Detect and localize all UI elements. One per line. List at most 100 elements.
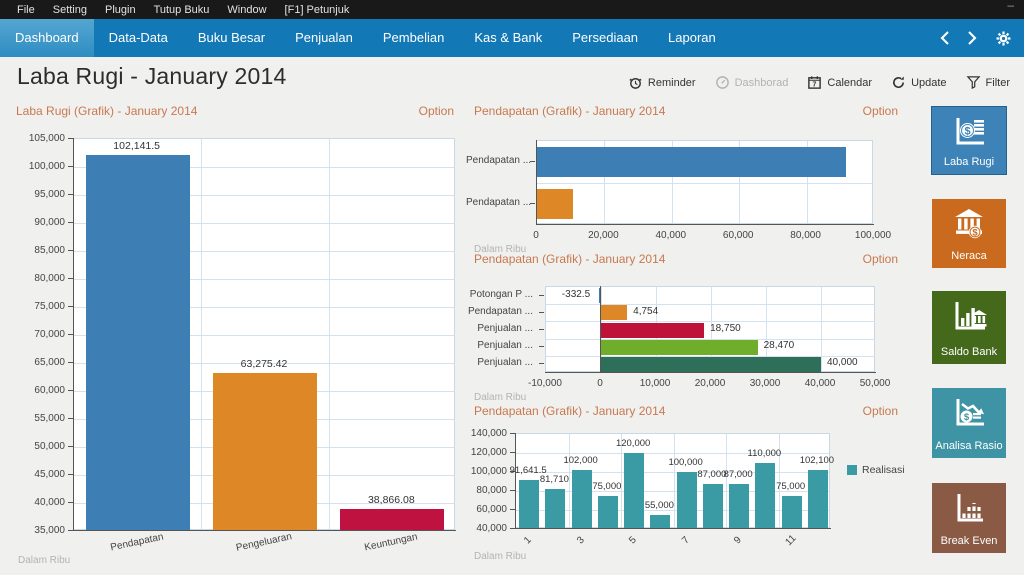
bar-value-label: 28,470 — [764, 340, 795, 351]
dashborad-button: Dashborad — [715, 75, 789, 90]
x-axis-line — [536, 224, 874, 225]
x-axis-category-label: Keuntungan — [364, 532, 419, 554]
option-link[interactable]: Option — [419, 104, 454, 118]
tile-analisa-rasio[interactable]: $Analisa Rasio — [932, 388, 1006, 458]
x-axis-tick-label: 60,000 — [723, 230, 754, 241]
tab-data-data[interactable]: Data-Data — [94, 19, 183, 57]
bar-10 — [755, 463, 775, 530]
x-axis-category-label: 7 — [680, 535, 692, 547]
y-axis-tick-label: 90,000 — [11, 217, 65, 228]
chart-pendapatan-grafik-atas: Pendapatan (Grafik) - January 2014Option… — [460, 104, 908, 254]
category-tick — [539, 346, 544, 347]
bar-12 — [808, 470, 828, 529]
tab-penjualan[interactable]: Penjualan — [280, 19, 368, 57]
menu-item-window[interactable]: Window — [218, 4, 275, 16]
x-axis-category-label: Pendapatan — [109, 532, 164, 554]
tab-pembelian[interactable]: Pembelian — [368, 19, 459, 57]
category-label: Pendapatan ... — [466, 197, 524, 208]
category-label: Penjualan ... — [466, 340, 533, 351]
gridline — [546, 304, 874, 305]
chevron-right-icon[interactable] — [967, 30, 978, 46]
gridline — [516, 453, 829, 454]
category-tick — [530, 203, 535, 204]
category-tick — [530, 161, 535, 162]
bar-4 — [598, 496, 618, 529]
calendar-button[interactable]: 7Calendar — [807, 75, 872, 90]
bar-value-label: 87,000 — [697, 469, 726, 480]
ratio-trend-icon: $ — [932, 395, 1006, 431]
category-label: Pendapatan ... — [466, 306, 533, 317]
tab-persediaan[interactable]: Persediaan — [557, 19, 653, 57]
chevron-left-icon[interactable] — [939, 30, 950, 46]
x-axis-line — [73, 530, 456, 531]
tile-break-even[interactable]: Break Even — [932, 483, 1006, 553]
menu-item-setting[interactable]: Setting — [44, 4, 96, 16]
plot-area — [73, 138, 455, 530]
category-label: Penjualan ... — [466, 323, 533, 334]
tab-buku-besar[interactable]: Buku Besar — [183, 19, 280, 57]
axis-unit-note: Dalam Ribu — [18, 555, 70, 566]
tab-laporan[interactable]: Laporan — [653, 19, 731, 57]
y-axis-tick-label: 65,000 — [11, 357, 65, 368]
category-tick — [539, 312, 544, 313]
bar-value-label: 102,000 — [563, 455, 597, 466]
y-axis-tick-label: 75,000 — [11, 301, 65, 312]
dashboard-icon — [715, 75, 730, 90]
bar-6 — [650, 515, 670, 529]
calendar-icon: 7 — [807, 75, 822, 90]
menu-item-plugin[interactable]: Plugin — [96, 4, 145, 16]
x-axis-category-label: Pengeluaran — [235, 531, 293, 554]
reminder-button[interactable]: Reminder — [628, 75, 696, 90]
tile-label: Saldo Bank — [932, 346, 1006, 358]
x-axis-tick-label: 50,000 — [860, 378, 891, 389]
y-axis-tick-label: 35,000 — [11, 525, 65, 536]
x-axis-line — [515, 528, 831, 529]
tile-saldo-bank[interactable]: Saldo Bank — [932, 291, 1006, 364]
menu-item-tutup-buku[interactable]: Tutup Buku — [145, 4, 219, 16]
option-link[interactable]: Option — [863, 404, 898, 418]
plot-area — [536, 140, 873, 224]
x-axis-tick-label: 30,000 — [750, 378, 781, 389]
gridline — [674, 434, 675, 527]
bar-2 — [545, 489, 565, 529]
svg-text:$: $ — [964, 412, 970, 423]
zero-axis-line — [536, 140, 537, 225]
update-button[interactable]: Update — [891, 75, 946, 90]
menu-item-file[interactable]: File — [8, 4, 44, 16]
y-axis-tick-label: 55,000 — [11, 413, 65, 424]
filter-button[interactable]: Filter — [966, 75, 1010, 90]
bar-value-label: 38,866.08 — [368, 494, 415, 506]
bar-penjualan-3 — [601, 340, 758, 355]
category-tick — [539, 363, 544, 364]
tile-laba-rugi[interactable]: $Laba Rugi — [932, 107, 1006, 174]
bar-pendapatan-1 — [601, 305, 627, 320]
toolbar-button-label: Update — [911, 77, 946, 89]
legend-realisasi: Realisasi — [847, 464, 905, 476]
menu-item-f1-petunjuk[interactable]: [F1] Petunjuk — [276, 4, 359, 16]
minimize-button[interactable]: – — [1007, 0, 1014, 12]
category-label: Pendapatan ... — [466, 155, 524, 166]
x-axis-tick-label: -10,000 — [528, 378, 562, 389]
bar-value-label: 55,000 — [645, 500, 674, 511]
tile-label: Break Even — [932, 535, 1006, 547]
x-axis-tick-label: 80,000 — [790, 230, 821, 241]
x-axis-tick-label: 0 — [597, 378, 603, 389]
option-link[interactable]: Option — [863, 104, 898, 118]
bar-value-label: 18,750 — [710, 323, 741, 334]
bar-keuntungan — [340, 509, 444, 531]
y-axis-tick-label: 40,000 — [453, 523, 507, 534]
bar-value-label: 100,000 — [668, 457, 702, 468]
y-axis-tick-label: 140,000 — [453, 428, 507, 439]
option-link[interactable]: Option — [863, 252, 898, 266]
tab-kas-bank[interactable]: Kas & Bank — [459, 19, 557, 57]
y-axis-tick-label: 45,000 — [11, 469, 65, 480]
bar-value-label: 110,000 — [748, 448, 782, 459]
x-axis-category-label: 9 — [732, 535, 744, 547]
axis-unit-note: Dalam Ribu — [474, 392, 526, 403]
axis-unit-note: Dalam Ribu — [474, 551, 526, 562]
tile-label: Neraca — [932, 250, 1006, 262]
tab-dashboard[interactable]: Dashboard — [0, 19, 94, 57]
tile-neraca[interactable]: $Neraca — [932, 199, 1006, 268]
x-axis-category-label: 1 — [522, 535, 534, 547]
gear-icon[interactable] — [995, 30, 1012, 47]
